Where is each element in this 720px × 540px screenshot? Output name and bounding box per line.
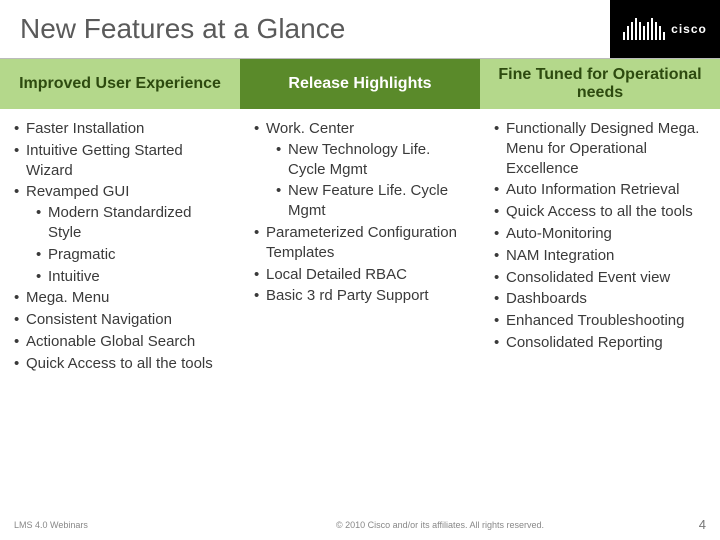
list-item: Mega. Menu — [14, 288, 226, 308]
list-item: Intuitive Getting Started Wizard — [14, 141, 226, 181]
list-item: Basic 3 rd Party Support — [254, 286, 466, 306]
list-item: Enhanced Troubleshooting — [494, 311, 706, 331]
list-ux: Faster Installation Intuitive Getting St… — [14, 119, 226, 374]
column-body-ops: Functionally Designed Mega. Menu for Ope… — [480, 109, 720, 361]
column-release: Release Highlights Work. Center New Tech… — [240, 59, 480, 382]
list-item: Actionable Global Search — [14, 332, 226, 352]
list-item: Local Detailed RBAC — [254, 265, 466, 285]
cisco-bars-icon — [623, 18, 665, 40]
column-header-ops: Fine Tuned for Operational needs — [480, 59, 720, 109]
cisco-logo-text: cisco — [671, 22, 707, 36]
list-item: New Technology Life. Cycle Mgmt — [276, 140, 466, 180]
footer-left: LMS 4.0 Webinars — [0, 520, 214, 530]
list-item: Functionally Designed Mega. Menu for Ope… — [494, 119, 706, 178]
list-item: Work. Center New Technology Life. Cycle … — [254, 119, 466, 221]
column-body-release: Work. Center New Technology Life. Cycle … — [240, 109, 480, 314]
slide-title: New Features at a Glance — [20, 13, 345, 45]
column-body-ux: Faster Installation Intuitive Getting St… — [0, 109, 240, 382]
footer-copyright: © 2010 Cisco and/or its affiliates. All … — [214, 520, 666, 530]
list-item: Revamped GUI Modern Standardized Style P… — [14, 182, 226, 286]
list-item: Pragmatic — [36, 245, 226, 265]
list-item: Faster Installation — [14, 119, 226, 139]
page-number: 4 — [666, 517, 720, 532]
list-release: Work. Center New Technology Life. Cycle … — [254, 119, 466, 306]
list-item: Consistent Navigation — [14, 310, 226, 330]
cisco-logo: cisco — [610, 0, 720, 58]
list-item: Modern Standardized Style — [36, 203, 226, 243]
list-ops: Functionally Designed Mega. Menu for Ope… — [494, 119, 706, 353]
list-item: Auto-Monitoring — [494, 224, 706, 244]
list-item: Consolidated Event view — [494, 268, 706, 288]
list-item: Dashboards — [494, 289, 706, 309]
column-header-ux: Improved User Experience — [0, 59, 240, 109]
list-item: Auto Information Retrieval — [494, 180, 706, 200]
list-item: Parameterized Configuration Templates — [254, 223, 466, 263]
column-ops: Fine Tuned for Operational needs Functio… — [480, 59, 720, 382]
list-item: Intuitive — [36, 267, 226, 287]
list-item: NAM Integration — [494, 246, 706, 266]
columns-container: Improved User Experience Faster Installa… — [0, 59, 720, 382]
title-bar: New Features at a Glance cisco — [0, 0, 720, 59]
list-item: Quick Access to all the tools — [14, 354, 226, 374]
column-ux: Improved User Experience Faster Installa… — [0, 59, 240, 382]
list-item: New Feature Life. Cycle Mgmt — [276, 181, 466, 221]
list-item: Quick Access to all the tools — [494, 202, 706, 222]
column-header-release: Release Highlights — [240, 59, 480, 109]
footer: LMS 4.0 Webinars © 2010 Cisco and/or its… — [0, 517, 720, 532]
list-item: Consolidated Reporting — [494, 333, 706, 353]
